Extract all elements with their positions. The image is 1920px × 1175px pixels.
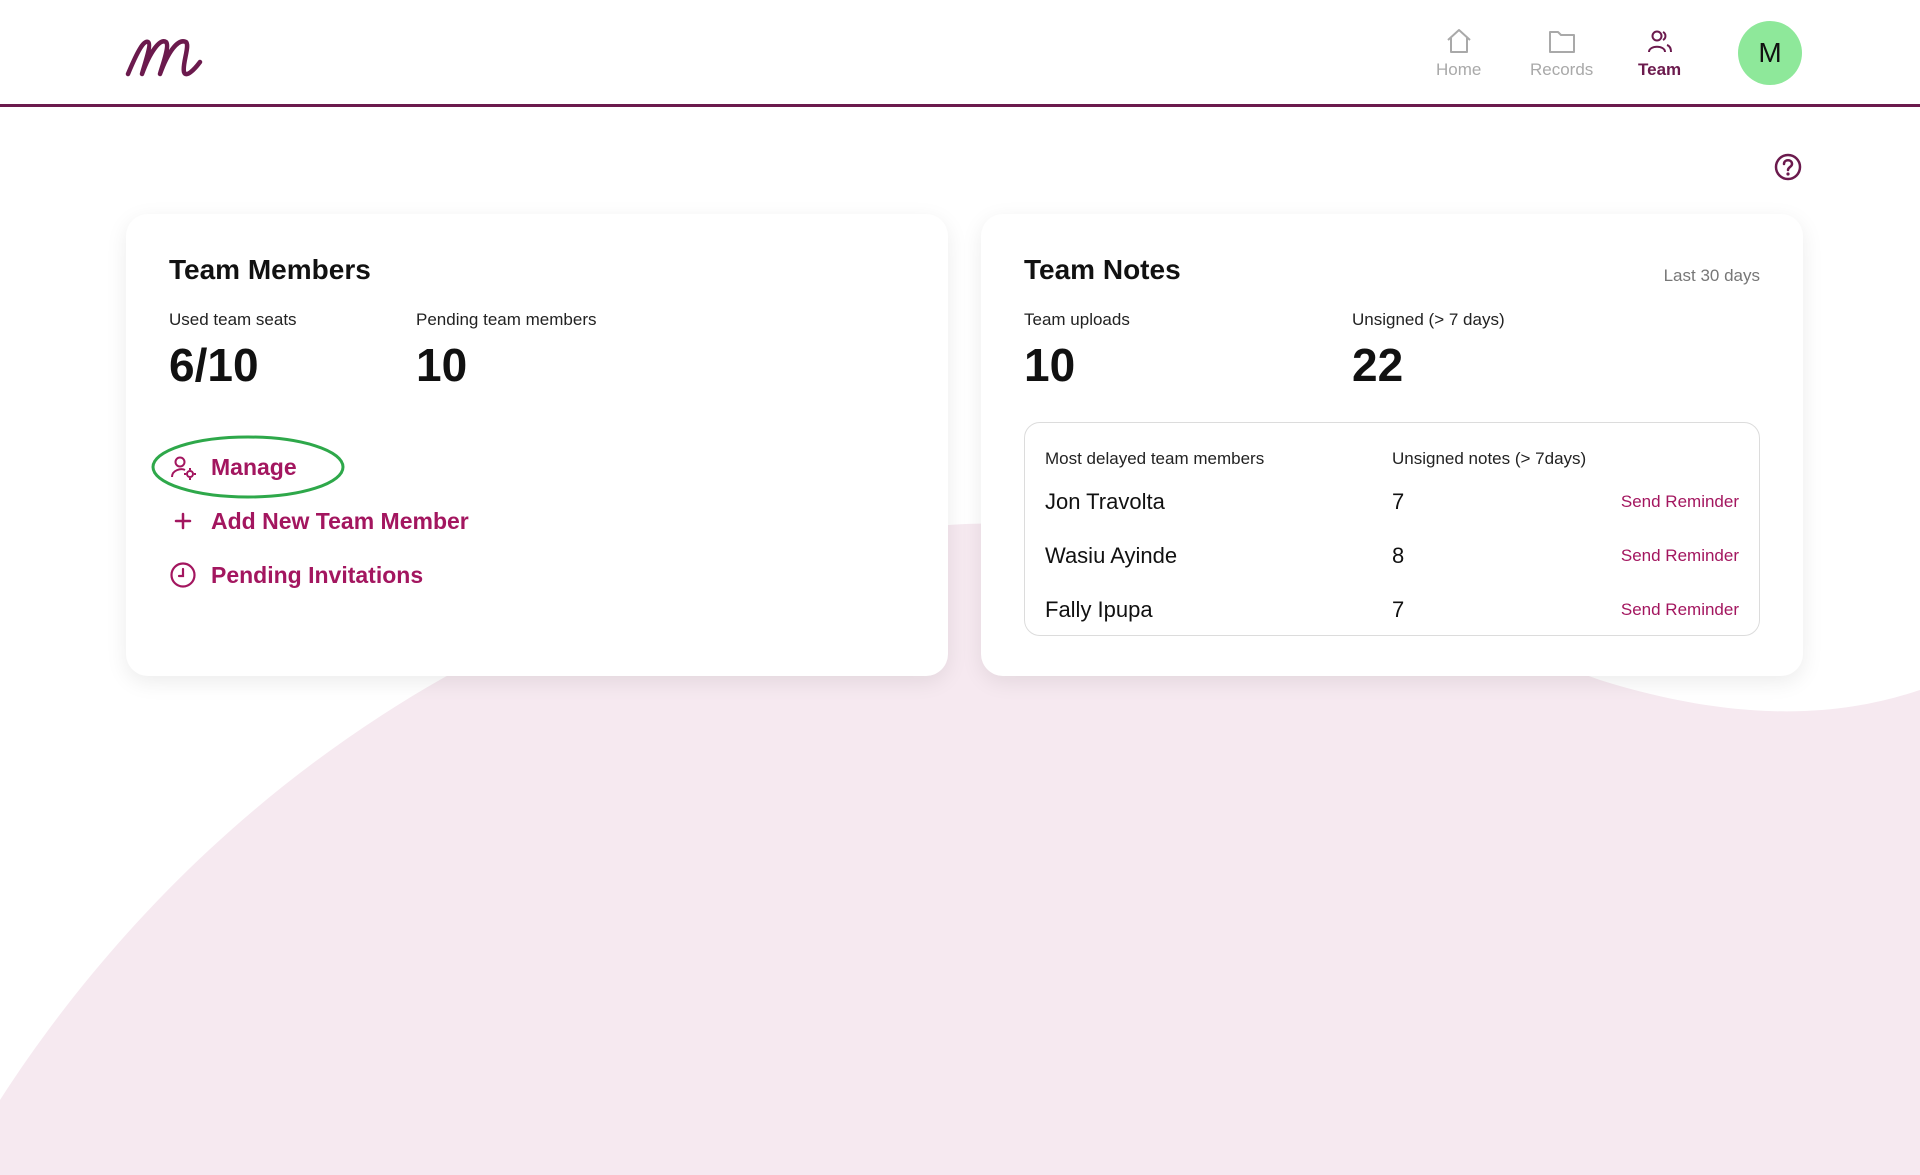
help-icon[interactable] [1773, 152, 1803, 182]
pending-invitations-label: Pending Invitations [211, 561, 424, 588]
send-reminder-button[interactable]: Send Reminder [1621, 600, 1739, 620]
used-seats-value: 6/10 [169, 339, 259, 391]
member-name: Wasiu Ayinde [1045, 543, 1178, 568]
nav-team[interactable]: Team [1638, 26, 1681, 80]
pending-invitations-button[interactable]: Pending Invitations [169, 561, 423, 589]
top-nav-bar: Home Records Team M [0, 0, 1920, 107]
manage-label: Manage [211, 453, 297, 480]
nav-home-label: Home [1436, 60, 1482, 79]
clock-icon [169, 561, 197, 589]
date-range-label: Last 30 days [1663, 266, 1760, 285]
team-uploads-label: Team uploads [1024, 310, 1130, 329]
folder-icon [1548, 31, 1575, 53]
home-icon [1446, 29, 1471, 53]
pending-members-value: 10 [416, 339, 468, 391]
unsigned-count: 8 [1392, 543, 1405, 568]
nav-records-label: Records [1530, 60, 1594, 79]
team-icon [1647, 30, 1672, 53]
plus-icon [169, 507, 197, 535]
delayed-members-table: Most delayed team members Unsigned notes… [1024, 422, 1760, 636]
column-header-members: Most delayed team members [1045, 449, 1265, 468]
brand-logo[interactable] [124, 22, 208, 82]
used-seats-label: Used team seats [169, 310, 297, 329]
add-team-member-label: Add New Team Member [211, 507, 469, 534]
team-notes-title: Team Notes [1024, 254, 1181, 285]
pending-members-label: Pending team members [416, 310, 597, 329]
nav-team-label: Team [1638, 60, 1682, 79]
member-name: Fally Ipupa [1045, 597, 1153, 622]
nav-records[interactable]: Records [1530, 26, 1593, 80]
team-uploads-value: 10 [1024, 339, 1076, 391]
unsigned-value: 22 [1352, 339, 1404, 391]
send-reminder-button[interactable]: Send Reminder [1621, 492, 1739, 512]
add-team-member-button[interactable]: Add New Team Member [169, 507, 469, 535]
send-reminder-button[interactable]: Send Reminder [1621, 546, 1739, 566]
unsigned-count: 7 [1392, 597, 1405, 622]
member-name: Jon Travolta [1045, 489, 1165, 514]
team-members-title: Team Members [169, 254, 371, 285]
nav-home[interactable]: Home [1436, 26, 1481, 80]
unsigned-count: 7 [1392, 489, 1405, 514]
avatar[interactable]: M [1738, 21, 1802, 85]
unsigned-label: Unsigned (> 7 days) [1352, 310, 1505, 329]
manage-button[interactable]: Manage [169, 453, 297, 481]
team-members-card: Team Members Used team seats 6/10 Pendin… [126, 214, 948, 676]
column-header-unsigned: Unsigned notes (> 7days) [1392, 449, 1587, 468]
user-settings-icon [169, 453, 197, 481]
team-notes-card: Team Notes Last 30 days Team uploads 10 … [981, 214, 1803, 676]
